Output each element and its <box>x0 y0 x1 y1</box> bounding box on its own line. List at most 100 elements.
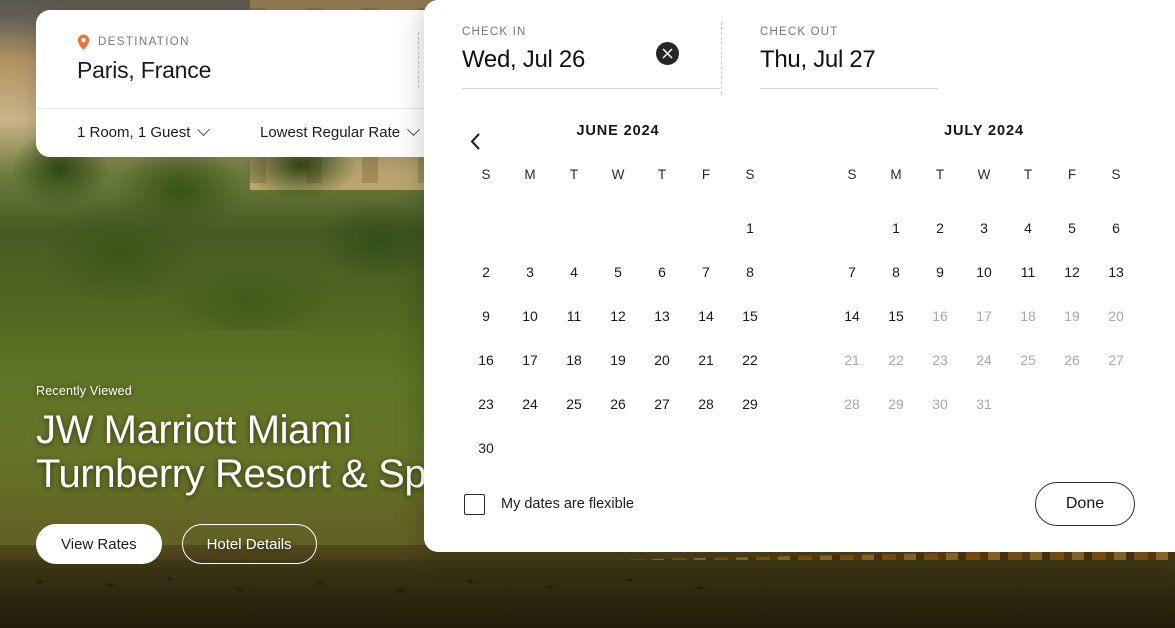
chevron-left-icon <box>470 132 480 150</box>
checkout-value: Thu, Jul 27 <box>760 46 876 73</box>
calendar-day-blank <box>552 206 596 250</box>
calendar-day-blank <box>830 206 874 250</box>
calendar-day[interactable]: 10 <box>962 250 1006 294</box>
chevron-down-icon <box>407 123 420 137</box>
calendar-day-disabled: 20 <box>1108 308 1124 324</box>
calendar-day[interactable]: 7 <box>684 250 728 294</box>
checkout-field[interactable]: CHECK OUT Thu, Jul 27 <box>760 26 938 89</box>
calendar-weekday: F <box>1067 167 1077 182</box>
calendar-day[interactable]: 1 <box>874 206 918 250</box>
calendar-day-disabled: 26 <box>1064 352 1080 368</box>
done-button[interactable]: Done <box>1035 482 1135 526</box>
calendar-weekday: T <box>935 167 945 182</box>
calendar-day[interactable]: 8 <box>728 250 772 294</box>
checkin-underline <box>462 88 720 89</box>
date-picker-modal: CHECK IN Wed, Jul 26 CHECK OUT Thu, Jul … <box>424 0 1175 552</box>
calendar-day[interactable]: 20 <box>640 338 684 382</box>
calendar-day-blank <box>684 206 728 250</box>
checkin-field[interactable]: CHECK IN Wed, Jul 26 <box>462 26 720 89</box>
calendar-day[interactable]: 24 <box>508 382 552 426</box>
calendar-day-blank <box>464 206 508 250</box>
calendar-day[interactable]: 12 <box>1050 250 1094 294</box>
calendar-day-disabled: 27 <box>1108 352 1124 368</box>
calendar-day[interactable]: 3 <box>508 250 552 294</box>
calendar-day-blank <box>596 206 640 250</box>
calendar-weekday: M <box>890 167 902 182</box>
calendar-day[interactable]: 5 <box>596 250 640 294</box>
calendar-day[interactable]: 15 <box>728 294 772 338</box>
calendar-day[interactable]: 22 <box>728 338 772 382</box>
rate-dropdown[interactable]: Lowest Regular Rate <box>260 123 420 141</box>
checkout-label: CHECK OUT <box>760 26 839 38</box>
calendar-day[interactable]: 13 <box>640 294 684 338</box>
calendar-day[interactable]: 3 <box>962 206 1006 250</box>
calendar-day-disabled: 29 <box>888 396 904 412</box>
calendars-container: JUNE 2024 SMTWTFS 1 2 3 4 5 6 7 8 9 10 11 12 13 14 15 1… <box>424 118 1175 470</box>
calendar-day[interactable]: 11 <box>1006 250 1050 294</box>
occupancy-dropdown[interactable]: 1 Room, 1 Guest <box>77 123 211 141</box>
checkout-underline <box>760 88 938 89</box>
previous-month-button[interactable] <box>462 128 488 154</box>
calendar-day[interactable]: 10 <box>508 294 552 338</box>
checkin-value: Wed, Jul 26 <box>462 46 585 73</box>
hero-cta-group: View Rates Hotel Details <box>36 524 317 564</box>
calendar-day[interactable]: 29 <box>728 382 772 426</box>
search-divider-1 <box>418 32 419 88</box>
calendar-day-disabled: 21 <box>844 352 860 368</box>
date-fields-divider <box>721 22 722 94</box>
calendar-day[interactable]: 7 <box>830 250 874 294</box>
calendar-day[interactable]: 9 <box>464 294 508 338</box>
calendar-weekday: S <box>1111 167 1121 182</box>
calendar-weekday-row: SMTWTFS <box>464 158 772 192</box>
flexible-dates-label: My dates are flexible <box>501 496 634 512</box>
occupancy-value: 1 Room, 1 Guest <box>77 124 191 141</box>
hotel-details-button[interactable]: Hotel Details <box>181 524 317 564</box>
calendar-day-blank <box>508 206 552 250</box>
calendar-day[interactable]: 18 <box>552 338 596 382</box>
calendar-day[interactable]: 17 <box>508 338 552 382</box>
calendar-weekday: S <box>847 167 857 182</box>
calendar-day-disabled: 17 <box>976 308 992 324</box>
calendar-day[interactable]: 16 <box>464 338 508 382</box>
calendar-day[interactable]: 5 <box>1050 206 1094 250</box>
calendar-day-disabled: 30 <box>932 396 948 412</box>
calendar-weekday: T <box>1023 167 1033 182</box>
calendar-day[interactable]: 19 <box>596 338 640 382</box>
calendar-day[interactable]: 15 <box>874 294 918 338</box>
calendar-day[interactable]: 6 <box>640 250 684 294</box>
calendar-day[interactable]: 2 <box>464 250 508 294</box>
calendar-day[interactable]: 21 <box>684 338 728 382</box>
calendar-day[interactable]: 25 <box>552 382 596 426</box>
calendar-month-title: JUNE 2024 <box>576 123 660 139</box>
calendar-day[interactable]: 4 <box>1006 206 1050 250</box>
destination-field[interactable]: DESTINATION Paris, France <box>77 34 407 84</box>
clear-checkin-button[interactable] <box>656 42 679 65</box>
calendar-day[interactable]: 14 <box>830 294 874 338</box>
calendar-day[interactable]: 1 <box>728 206 772 250</box>
flexible-dates-checkbox[interactable] <box>464 493 485 515</box>
calendar-month-1: JULY 2024 SMTWTFS 1 2 3 4 5 6 7 8 9 10 11 12 13 14 15 1… <box>830 118 1138 470</box>
calendar-day[interactable]: 12 <box>596 294 640 338</box>
calendar-day-disabled: 28 <box>844 396 860 412</box>
calendar-day[interactable]: 27 <box>640 382 684 426</box>
calendar-day-disabled: 19 <box>1064 308 1080 324</box>
view-rates-button[interactable]: View Rates <box>36 524 162 564</box>
date-fields-row: CHECK IN Wed, Jul 26 CHECK OUT Thu, Jul … <box>424 0 1175 118</box>
calendar-day[interactable]: 11 <box>552 294 596 338</box>
calendar-day[interactable]: 4 <box>552 250 596 294</box>
calendar-day[interactable]: 2 <box>918 206 962 250</box>
calendar-day[interactable]: 23 <box>464 382 508 426</box>
calendar-day[interactable]: 9 <box>918 250 962 294</box>
calendar-weekday: F <box>701 167 711 182</box>
calendar-day-grid: 1 2 3 4 5 6 7 8 9 10 11 12 13 14 15 16 17 18 19 20 21 22 23 24 2… <box>464 206 772 470</box>
calendar-day-disabled: 25 <box>1020 352 1036 368</box>
flexible-dates-toggle[interactable]: My dates are flexible <box>464 493 634 515</box>
calendar-day[interactable]: 13 <box>1094 250 1138 294</box>
calendar-day-disabled: 16 <box>932 308 948 324</box>
calendar-day[interactable]: 26 <box>596 382 640 426</box>
calendar-day-disabled: 18 <box>1020 308 1036 324</box>
calendar-day[interactable]: 6 <box>1094 206 1138 250</box>
calendar-day[interactable]: 14 <box>684 294 728 338</box>
calendar-day[interactable]: 28 <box>684 382 728 426</box>
calendar-day[interactable]: 8 <box>874 250 918 294</box>
